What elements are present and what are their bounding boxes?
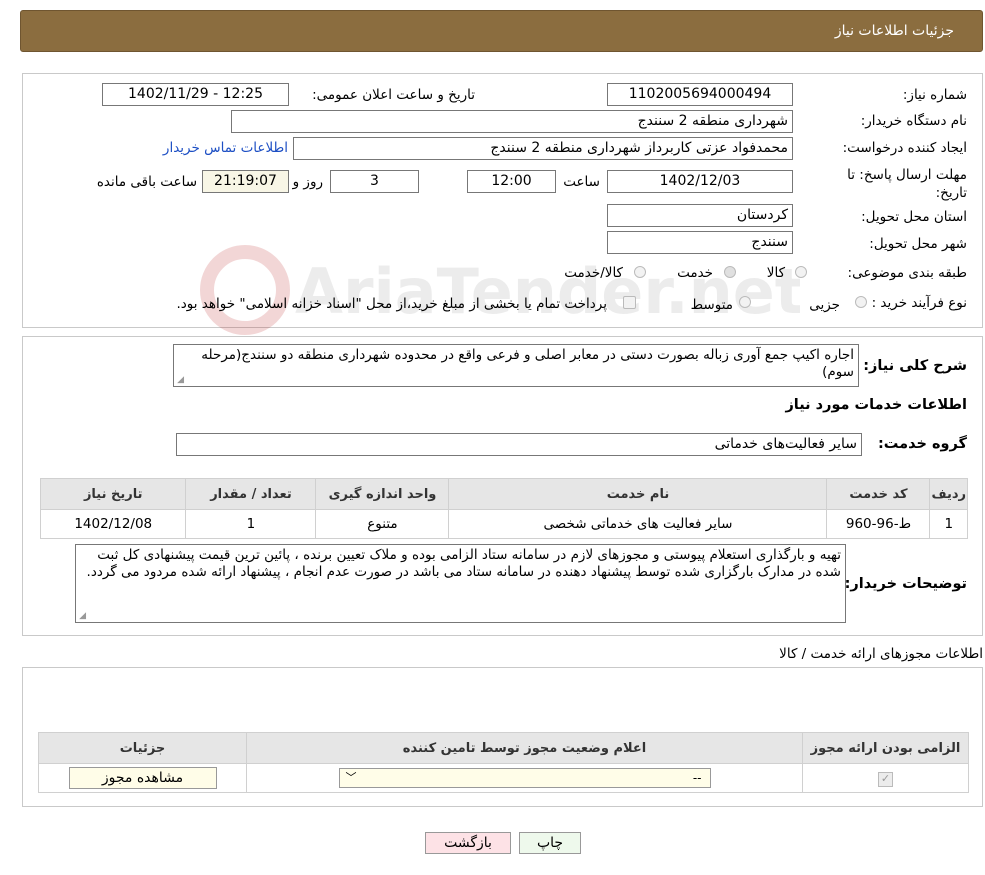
page-title: جزئیات اطلاعات نیاز xyxy=(834,23,954,39)
description-text: اجاره اکیپ جمع آوری زباله بصورت دستی در … xyxy=(201,347,854,380)
purchase-radio-medium[interactable] xyxy=(739,296,751,308)
announce-datetime-field: 1402/11/29 - 12:25 xyxy=(102,83,289,106)
remaining-time-label: ساعت باقی مانده xyxy=(96,174,197,190)
view-permit-button[interactable]: مشاهده مجوز xyxy=(68,767,217,789)
table-row: ✓ -- ﹀ مشاهده مجوز xyxy=(38,763,969,793)
description-label: شرح کلی نیاز: xyxy=(863,358,967,374)
print-button[interactable]: چاپ xyxy=(519,832,581,854)
need-number-label: شماره نیاز: xyxy=(902,87,967,103)
cell-permit-status: -- ﹀ xyxy=(246,763,803,793)
deadline-days-label: روز و xyxy=(292,174,323,190)
buyer-org-field: شهرداری منطقه 2 سنندج xyxy=(231,110,793,133)
purchase-option-medium: متوسط xyxy=(690,297,733,313)
remaining-time-field: 21:19:07 xyxy=(202,170,289,193)
col-unit: واحد اندازه گیری xyxy=(315,478,450,510)
resize-grip-icon[interactable]: ◢ xyxy=(176,376,184,385)
cell-row-number: 1 xyxy=(929,509,968,539)
category-option-goods: کالا xyxy=(766,265,785,281)
col-row-number: ردیف xyxy=(929,478,968,510)
cell-quantity: 1 xyxy=(185,509,317,539)
category-radio-goods-service[interactable] xyxy=(634,266,646,278)
deadline-days-field: 3 xyxy=(330,170,419,193)
requester-field: محمدفواد عزتی کاربرداز شهرداری منطقه 2 س… xyxy=(293,137,793,160)
buyer-contact-link[interactable]: اطلاعات تماس خریدار xyxy=(163,140,288,156)
resize-grip-icon[interactable]: ◢ xyxy=(78,612,86,621)
deadline-time-field: 12:00 xyxy=(467,170,556,193)
category-radio-service[interactable] xyxy=(724,266,736,278)
permit-status-value: -- xyxy=(692,771,702,785)
requester-label: ایجاد کننده درخواست: xyxy=(842,140,967,156)
permits-table: الزامی بودن ارائه مجوز اعلام وضعیت مجوز … xyxy=(38,732,969,793)
purchase-radio-minor[interactable] xyxy=(855,296,867,308)
province-field: کردستان xyxy=(607,204,793,227)
col-service-name: نام خدمت xyxy=(448,478,828,510)
category-option-service: خدمت xyxy=(677,265,713,281)
treasury-payment-checkbox[interactable] xyxy=(623,296,636,309)
deadline-date-field: 1402/12/03 xyxy=(607,170,793,193)
category-radio-goods[interactable] xyxy=(795,266,807,278)
deadline-label: مهلت ارسال پاسخ: تا تاریخ: xyxy=(847,167,967,201)
col-quantity: تعداد / مقدار xyxy=(185,478,317,510)
city-label: شهر محل تحویل: xyxy=(869,236,967,252)
deadline-time-label: ساعت xyxy=(563,174,600,190)
category-option-goods-service: کالا/خدمت xyxy=(564,265,623,281)
table-row: 1 ط-96-960 سایر فعالیت های خدماتی شخصی م… xyxy=(39,509,968,539)
buyer-org-label: نام دستگاه خریدار: xyxy=(860,113,967,129)
permits-section-title: اطلاعات مجوزهای ارائه خدمت / کالا xyxy=(779,646,983,662)
col-service-code: کد خدمت xyxy=(826,478,931,510)
cell-service-name: سایر فعالیت های خدماتی شخصی xyxy=(448,509,828,539)
col-permit-required: الزامی بودن ارائه مجوز xyxy=(802,732,969,764)
purchase-option-minor: جزیی xyxy=(809,297,840,313)
category-label: طبقه بندی موضوعی: xyxy=(847,265,967,281)
page-header: جزئیات اطلاعات نیاز xyxy=(20,10,983,52)
service-group-label: گروه خدمت: xyxy=(877,436,967,452)
col-permit-details: جزئیات xyxy=(38,732,247,764)
chevron-down-icon: ﹀ xyxy=(345,771,357,784)
buyer-notes-label: توضیحات خریدار: xyxy=(844,576,967,592)
buyer-notes-field: تهیه و بارگذاری استعلام پیوستی و مجوزهای… xyxy=(75,544,846,623)
permit-required-checkbox: ✓ xyxy=(878,771,893,787)
cell-need-date: 1402/12/08 xyxy=(39,509,187,539)
col-permit-status: اعلام وضعیت مجوز توسط تامین کننده xyxy=(246,732,803,764)
need-number-field: 1102005694000494 xyxy=(607,83,793,106)
back-button[interactable]: بازگشت xyxy=(425,832,511,854)
treasury-payment-note: پرداخت تمام یا بخشی از مبلغ خرید،از محل … xyxy=(176,296,607,312)
province-label: استان محل تحویل: xyxy=(861,209,967,225)
services-section-title: اطلاعات خدمات مورد نیاز xyxy=(785,397,967,413)
permit-status-select[interactable]: -- ﹀ xyxy=(338,768,711,788)
buyer-notes-text: تهیه و بارگذاری استعلام پیوستی و مجوزهای… xyxy=(86,547,841,580)
col-need-date: تاریخ نیاز xyxy=(39,478,187,510)
cell-service-code: ط-96-960 xyxy=(826,509,931,539)
cell-permit-details: مشاهده مجوز xyxy=(38,763,247,793)
announce-datetime-label: تاریخ و ساعت اعلان عمومی: xyxy=(312,87,475,103)
description-field: اجاره اکیپ جمع آوری زباله بصورت دستی در … xyxy=(173,344,859,387)
service-group-field: سایر فعالیت‌های خدماتی xyxy=(176,433,862,456)
cell-unit: متنوع xyxy=(315,509,450,539)
cell-permit-required: ✓ xyxy=(802,763,969,793)
purchase-type-label: نوع فرآیند خرید : xyxy=(871,295,967,311)
city-field: سنندج xyxy=(607,231,793,254)
services-table: ردیف کد خدمت نام خدمت واحد اندازه گیری ت… xyxy=(39,478,968,539)
